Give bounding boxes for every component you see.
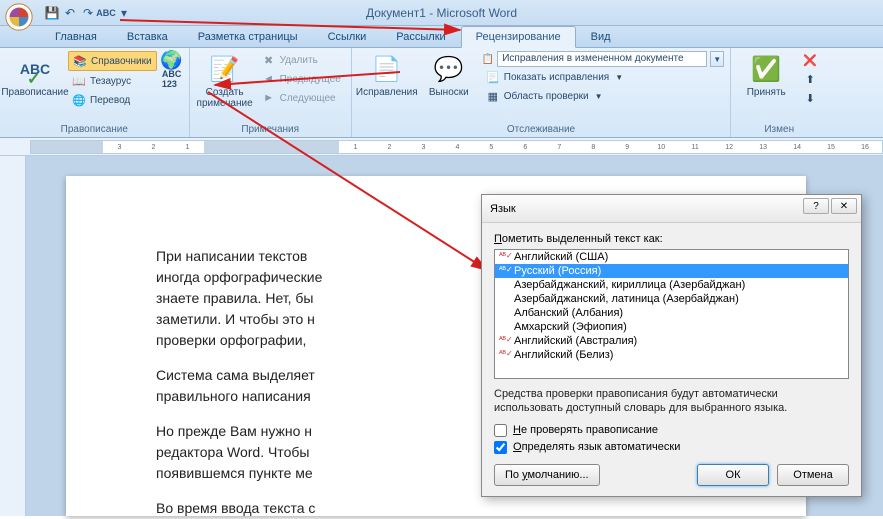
show-icon: 📃 bbox=[486, 70, 500, 84]
ribbon-tabs: Главная Вставка Разметка страницы Ссылки… bbox=[0, 26, 883, 48]
dialog-note: Средства проверки правописания будут авт… bbox=[494, 387, 849, 416]
wordcount-icon: ABC123 bbox=[165, 72, 179, 86]
thesaurus-button[interactable]: 📖Тезаурус bbox=[68, 72, 157, 90]
tab-references[interactable]: Ссылки bbox=[313, 26, 382, 47]
list-item[interactable]: Азербайджанский, кириллица (Азербайджан) bbox=[495, 278, 848, 292]
spellcheck-mark-icon: ᴬᴮ✓ bbox=[499, 349, 511, 361]
close-button[interactable]: ✕ bbox=[831, 198, 857, 214]
spellcheck-icon[interactable]: ABC bbox=[98, 5, 114, 21]
group-changes-label: Измен bbox=[737, 122, 821, 135]
reject-icon: ❌ bbox=[803, 53, 817, 67]
list-item[interactable]: ᴬᴮ✓Английский (США) bbox=[495, 250, 848, 264]
group-tracking: 📄 Исправления 💬 Выноски 📋 Исправления в … bbox=[352, 48, 731, 137]
save-icon[interactable]: 💾 bbox=[44, 5, 60, 21]
title-bar: 💾 ↶ ↷ ABC ▾ Документ1 - Microsoft Word bbox=[0, 0, 883, 26]
spellcheck-mark-icon: ᴬᴮ✓ bbox=[499, 335, 511, 347]
reviewing-pane-button[interactable]: ▦Область проверки▼ bbox=[482, 87, 724, 105]
default-button[interactable]: По умолчанию... bbox=[494, 464, 600, 486]
comment-icon: 📝 bbox=[209, 53, 241, 85]
office-button[interactable] bbox=[0, 0, 38, 26]
group-tracking-label: Отслеживание bbox=[358, 122, 724, 135]
close-icon: ✕ bbox=[840, 201, 848, 212]
next-change-icon: ⬇ bbox=[803, 91, 817, 105]
chevron-down-icon[interactable]: ▼ bbox=[710, 51, 724, 67]
reject-button[interactable]: ❌ bbox=[799, 51, 821, 69]
horizontal-ruler-area: 321 12345 678910 1112131415 16 bbox=[0, 138, 883, 156]
no-check-checkbox[interactable]: Не проверять правописание bbox=[494, 424, 849, 437]
help-button[interactable]: ? bbox=[803, 198, 829, 214]
undo-icon[interactable]: ↶ bbox=[62, 5, 78, 21]
group-comments: 📝 Создать примечание ✖Удалить ◄Предыдуще… bbox=[190, 48, 352, 137]
track-changes-button[interactable]: 📄 Исправления bbox=[358, 51, 416, 100]
ok-button[interactable]: ОК bbox=[697, 464, 769, 486]
cancel-button[interactable]: Отмена bbox=[777, 464, 849, 486]
translate-button[interactable]: 🌐Перевод bbox=[68, 91, 157, 109]
spellcheck-mark-icon: ᴬᴮ✓ bbox=[499, 251, 511, 263]
horizontal-ruler[interactable]: 321 12345 678910 1112131415 16 bbox=[30, 140, 883, 154]
dialog-titlebar[interactable]: Язык ? ✕ bbox=[482, 195, 861, 223]
window-title: Документ1 - Microsoft Word bbox=[366, 6, 517, 20]
translate-icon: 🌐 bbox=[72, 93, 86, 107]
tab-review[interactable]: Рецензирование bbox=[461, 26, 576, 48]
globe-icon: 🌍 bbox=[165, 53, 179, 67]
display-icon: 📋 bbox=[482, 54, 494, 65]
prev-comment-button[interactable]: ◄Предыдущее bbox=[258, 70, 345, 88]
dialog-title: Язык bbox=[490, 203, 516, 215]
prev-icon: ◄ bbox=[262, 72, 276, 86]
mark-text-label: Пометить выделенный текст как: bbox=[494, 233, 849, 245]
tab-insert[interactable]: Вставка bbox=[112, 26, 183, 47]
balloons-icon: 💬 bbox=[433, 53, 465, 85]
ribbon: ABC✓ Правописание 📚Справочники 📖Тезаурус… bbox=[0, 48, 883, 138]
delete-icon: ✖ bbox=[262, 53, 276, 67]
next-icon: ► bbox=[262, 91, 276, 105]
set-language-button[interactable]: 🌍 bbox=[161, 51, 183, 69]
tab-home[interactable]: Главная bbox=[40, 26, 112, 47]
accept-icon: ✅ bbox=[750, 53, 782, 85]
redo-icon[interactable]: ↷ bbox=[80, 5, 96, 21]
list-item[interactable]: Амхарский (Эфиопия) bbox=[495, 320, 848, 334]
balloons-button[interactable]: 💬 Выноски bbox=[420, 51, 478, 100]
tab-mailings[interactable]: Рассылки bbox=[381, 26, 460, 47]
language-dialog: Язык ? ✕ Пометить выделенный текст как: … bbox=[481, 194, 862, 497]
tab-view[interactable]: Вид bbox=[576, 26, 626, 47]
panel-icon: ▦ bbox=[486, 89, 500, 103]
list-item[interactable]: ᴬᴮ✓Английский (Белиз) bbox=[495, 348, 848, 362]
group-proofing-label: Правописание bbox=[6, 122, 183, 135]
quick-access-toolbar: 💾 ↶ ↷ ABC ▾ bbox=[44, 5, 132, 21]
vertical-ruler[interactable] bbox=[0, 156, 26, 516]
book-icon: 📚 bbox=[73, 54, 87, 68]
next-change-button[interactable]: ⬇ bbox=[799, 89, 821, 107]
list-item[interactable]: ᴬᴮ✓Английский (Австралия) bbox=[495, 334, 848, 348]
list-item[interactable]: ᴬᴮ✓Русский (Россия) bbox=[495, 264, 848, 278]
auto-detect-checkbox[interactable]: Определять язык автоматически bbox=[494, 441, 849, 454]
display-dropdown[interactable]: 📋 Исправления в измененном документе ▼ bbox=[482, 51, 724, 67]
qat-more-icon[interactable]: ▾ bbox=[116, 5, 132, 21]
new-comment-button[interactable]: 📝 Создать примечание bbox=[196, 51, 254, 111]
spelling-button[interactable]: ABC✓ Правописание bbox=[6, 51, 64, 100]
group-changes: ✅ Принять ❌ ⬆ ⬇ Измен bbox=[731, 48, 827, 137]
group-comments-label: Примечания bbox=[196, 122, 345, 135]
next-comment-button[interactable]: ►Следующее bbox=[258, 89, 345, 107]
list-item[interactable]: Азербайджанский, латиница (Азербайджан) bbox=[495, 292, 848, 306]
spellcheck-mark-icon: ᴬᴮ✓ bbox=[499, 265, 511, 277]
tab-layout[interactable]: Разметка страницы bbox=[183, 26, 313, 47]
spelling-icon: ABC✓ bbox=[19, 53, 51, 85]
word-count-button[interactable]: ABC123 bbox=[161, 70, 183, 88]
track-icon: 📄 bbox=[371, 53, 403, 85]
prev-change-button[interactable]: ⬆ bbox=[799, 70, 821, 88]
language-listbox[interactable]: ᴬᴮ✓Английский (США) ᴬᴮ✓Русский (Россия) … bbox=[494, 249, 849, 379]
accept-button[interactable]: ✅ Принять bbox=[737, 51, 795, 100]
show-markup-button[interactable]: 📃Показать исправления▼ bbox=[482, 68, 724, 86]
list-item[interactable]: Албанский (Албания) bbox=[495, 306, 848, 320]
thesaurus-icon: 📖 bbox=[72, 74, 86, 88]
prev-change-icon: ⬆ bbox=[803, 72, 817, 86]
research-button[interactable]: 📚Справочники bbox=[68, 51, 157, 71]
group-proofing: ABC✓ Правописание 📚Справочники 📖Тезаурус… bbox=[0, 48, 190, 137]
delete-comment-button[interactable]: ✖Удалить bbox=[258, 51, 345, 69]
